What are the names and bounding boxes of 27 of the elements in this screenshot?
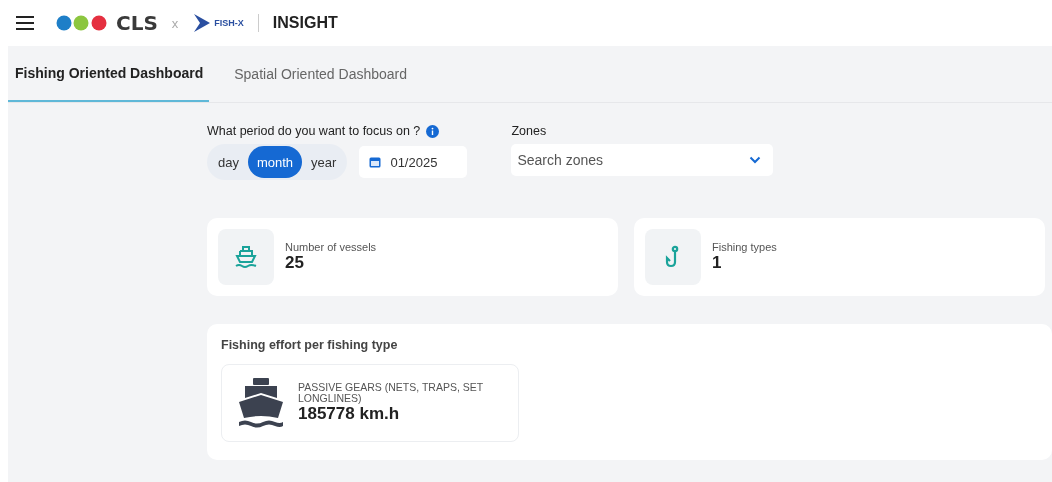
dashboard-tab[interactable]: Fishing Oriented Dashboard xyxy=(8,46,210,102)
period-label: What period do you want to focus on ? xyxy=(207,124,421,138)
boat-icon xyxy=(236,376,286,430)
calendar-icon xyxy=(369,156,382,168)
period-option[interactable]: day xyxy=(209,146,248,178)
separator-text: x xyxy=(171,15,179,31)
stat-label: Fishing types xyxy=(712,241,777,253)
stat-value: 1 xyxy=(712,253,723,273)
brand-name: CLS xyxy=(116,11,158,35)
product-name: INSIGHT xyxy=(272,14,338,32)
fishing-type-label: PASSIVE GEARS (NETS, TRAPS, SET LONGLINES) xyxy=(298,382,484,404)
stat-label: Number of vessels xyxy=(285,241,377,253)
period-option[interactable]: year xyxy=(302,146,346,178)
menu-icon[interactable] xyxy=(16,16,34,30)
stat-value: 25 xyxy=(285,253,305,273)
effort-title: Fishing effort per fishing type xyxy=(221,338,399,352)
ship-icon xyxy=(234,245,258,269)
zones-search-field[interactable]: Search zones xyxy=(511,144,774,176)
effort-value: 185778 km.h xyxy=(298,404,401,424)
dashboard-tab[interactable]: Spatial Oriented Dashboard xyxy=(227,46,426,102)
info-icon[interactable] xyxy=(426,124,440,138)
period-option[interactable]: month xyxy=(247,146,303,178)
logo-icon xyxy=(56,15,108,31)
partner-name: FISH-X xyxy=(214,18,244,28)
zones-label: Zones xyxy=(511,124,547,138)
date-field[interactable]: 01/2025 xyxy=(359,146,468,178)
chevron-down-icon xyxy=(749,156,762,164)
